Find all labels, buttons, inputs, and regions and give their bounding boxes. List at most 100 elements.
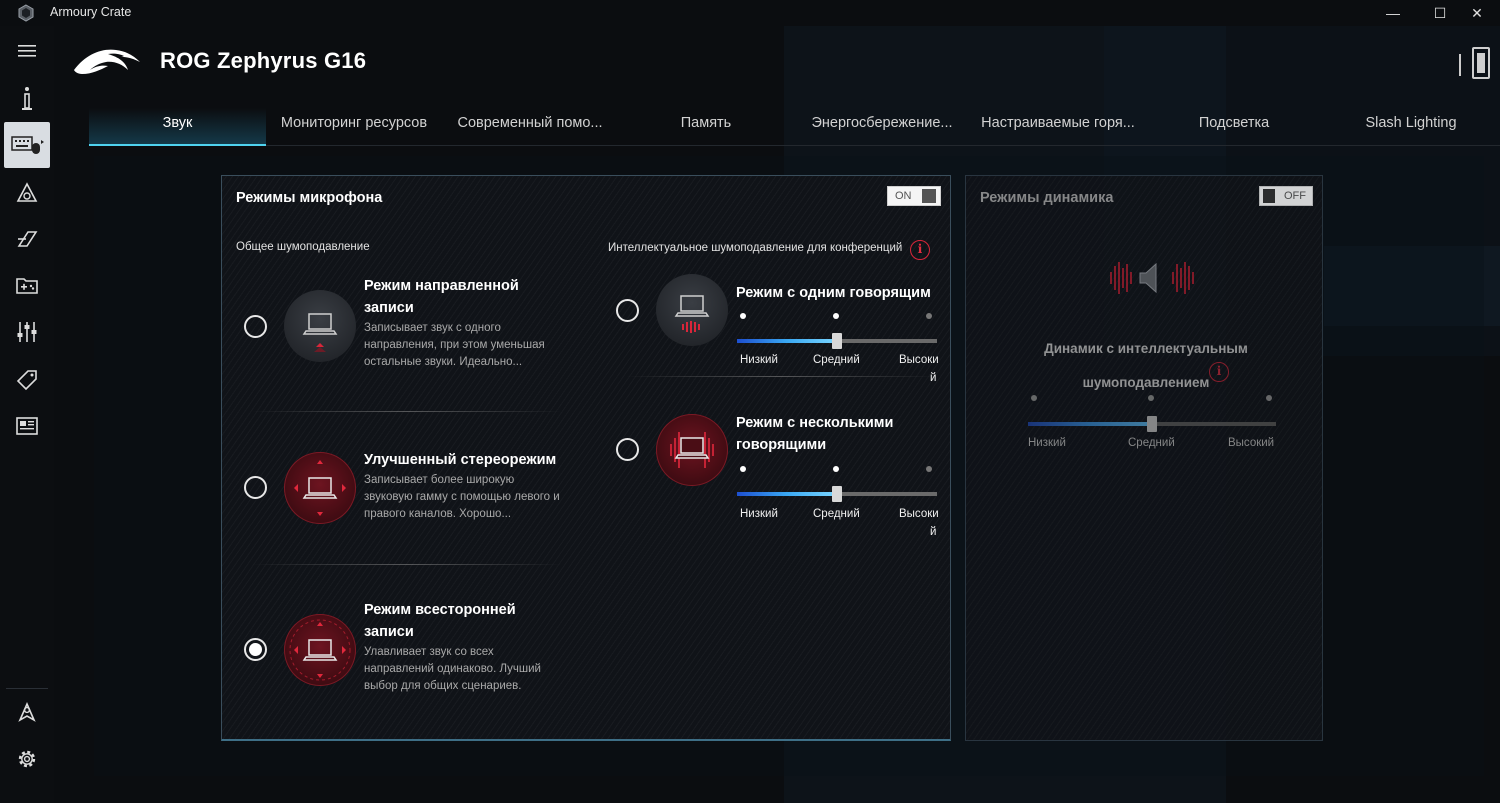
omnidirectional-mode-desc: Улавливает звук со всех направлений один… [364,646,541,692]
ai-speaker-slider[interactable] [1028,416,1276,432]
slider-thumb[interactable] [832,486,842,502]
rog-logo [74,49,140,74]
mic-modes-panel: Режимы микрофона ON Общее шумоподавление… [221,175,951,741]
speaker-modes-panel: Режимы динамика OFF Динамик с интеллекту… [965,175,1323,741]
radio-omnidirectional-mode[interactable] [244,638,267,661]
multi-speaker-mode-icon [656,414,728,486]
stereo-mode-title: Улучшенный стереорежим [364,452,557,468]
device-status-icon [1472,47,1490,79]
ai-noise-label: Интеллектуальное шумоподавление для конф… [608,242,903,254]
tab-resource-monitor[interactable]: Мониторинг ресурсов [266,108,442,146]
tab-custom-hotkeys[interactable]: Настраиваемые горя... [970,108,1146,146]
omnidirectional-mode-title: Режим всесторонней записи [364,602,516,640]
news-icon [16,417,38,435]
device-title: ROG Zephyrus G16 [160,48,367,73]
omnidirectional-mode-icon [284,614,356,686]
aura-triangle-icon [16,182,38,202]
sidebar-item-scenario[interactable] [4,309,50,355]
menu-button[interactable] [4,28,50,74]
device-divider [1459,54,1461,76]
sidebar-item-news[interactable] [4,403,50,449]
minimize-button[interactable]: — [1370,0,1416,26]
slider-label-low: Низкий [740,508,778,520]
radio-directional-mode[interactable] [244,315,267,338]
directional-mode-icon [284,290,356,362]
slider-label-high: Высокий [1228,437,1275,449]
slider-tick-high [926,313,932,319]
tab-memory[interactable]: Память [618,108,794,146]
tab-lighting[interactable]: Подсветка [1146,108,1322,146]
minimize-icon: — [1386,5,1400,21]
gear-icon [18,750,36,768]
directional-mode-desc: Записывает звук с одного направления, пр… [364,322,545,368]
close-button[interactable]: ✕ [1454,0,1500,26]
mic-panel-title: Режимы микрофона [236,190,383,206]
laptop-icon [674,295,710,333]
radio-single-speaker-mode[interactable] [616,299,639,322]
tab-modern-standby[interactable]: Современный помо... [442,108,618,146]
slider-label-high-wrap: й [930,526,937,538]
laptop-icon [294,460,346,516]
slider-tick-low [1031,395,1037,401]
laptop-icon [289,619,351,681]
slider-label-mid: Средний [813,508,860,520]
laptop-icon [302,313,338,352]
slider-label-high-wrap: й [930,372,937,384]
app-title: Armoury Crate [50,5,132,19]
tab-power-saving[interactable]: Энергосбережение... [794,108,970,146]
slider-label-low: Низкий [1028,437,1066,449]
multi-speaker-title: Режим с несколькими говорящими [736,415,894,453]
slider-fill [737,339,837,343]
rog-slash-icon [17,231,38,247]
equalizer-sliders-icon [17,322,37,342]
sidebar-item-device[interactable] [4,122,50,168]
stereo-mode-desc: Записывает более широкую звуковую гамму … [364,474,560,520]
sidebar-item-user-center[interactable] [4,690,50,736]
game-folder-icon [16,278,38,294]
radio-multi-speaker-mode[interactable] [616,438,639,461]
toggle-on-label: ON [895,190,912,202]
slider-tick-high [1266,395,1272,401]
speaker-panel-title: Режимы динамика [980,190,1114,206]
info-device-icon [22,87,32,110]
mic-modes-toggle[interactable]: ON [887,186,941,206]
directional-mode-title: Режим направленной записи [364,278,519,316]
sidebar-item-deals[interactable] [4,357,50,403]
speaker-modes-toggle[interactable]: OFF [1259,186,1313,206]
single-speaker-title: Режим с одним говорящим [736,285,931,301]
keyboard-mouse-icon [11,136,44,154]
slider-thumb[interactable] [832,333,842,349]
sidebar-item-gamevisual[interactable] [4,216,50,262]
toggle-off-label: OFF [1284,190,1306,202]
info-icon[interactable]: i [1209,362,1229,382]
toggle-knob [922,189,936,203]
slider-tick-low [740,466,746,472]
ai-speaker-title-line1: Динамик с интеллектуальным [1044,341,1248,356]
sidebar-item-aura[interactable] [4,170,50,216]
price-tag-icon [16,370,37,391]
slider-tick-mid [833,313,839,319]
slider-label-low: Низкий [740,354,778,366]
maximize-icon: ☐ [1433,4,1447,21]
slider-label-high: Высоки [899,508,939,520]
info-icon[interactable]: i [910,240,930,260]
sidebar-item-info[interactable] [4,76,50,122]
slider-label-mid: Средний [1128,437,1175,449]
tab-slash-lighting[interactable]: Slash Lighting [1322,108,1500,146]
sidebar-separator [6,688,48,689]
sidebar-item-game-library[interactable] [4,262,50,308]
multi-speaker-slider[interactable] [737,486,937,502]
slider-tick-low [740,313,746,319]
sidebar-item-settings[interactable] [4,736,50,782]
slider-fill [737,492,837,496]
radio-stereo-mode[interactable] [244,476,267,499]
tab-sound[interactable]: Звук [89,108,266,146]
single-speaker-slider[interactable] [737,333,937,349]
divider [252,411,562,412]
slider-label-high: Высоки [899,354,939,366]
slider-thumb[interactable] [1147,416,1157,432]
hamburger-icon [18,45,36,57]
divider [626,376,936,377]
sidebar [0,26,54,803]
single-speaker-mode-icon [656,274,728,346]
